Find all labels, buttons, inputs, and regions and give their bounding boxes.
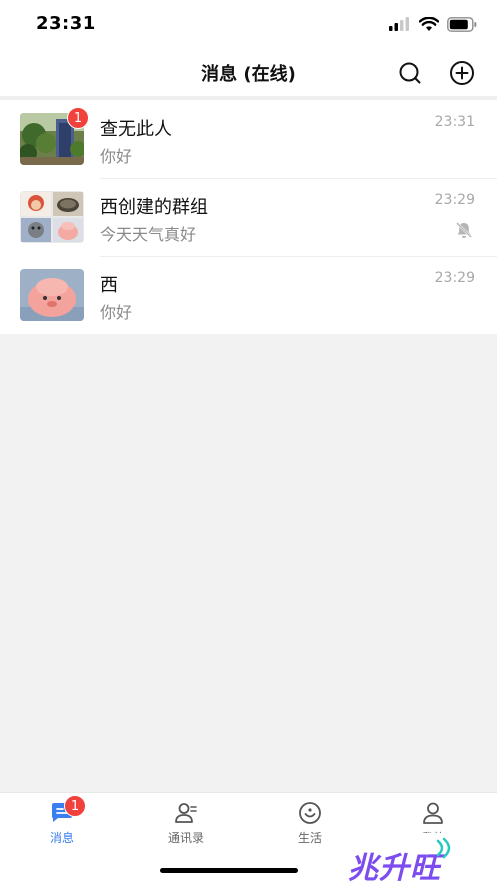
tab-unread-badge: 1: [64, 795, 86, 817]
peach-toy-avatar: [20, 269, 84, 321]
contacts-icon: [175, 803, 197, 823]
tab-label: 生活: [297, 831, 322, 845]
search-icon: [399, 62, 421, 84]
tab-contacts[interactable]: 通讯录: [146, 801, 226, 851]
cellular-signal-icon: [389, 17, 409, 31]
unread-badge: 1: [67, 107, 89, 129]
chat-time: 23:29: [434, 270, 475, 286]
bell-muted-icon: [456, 222, 472, 238]
tab-label: 消息: [49, 831, 74, 845]
tab-life[interactable]: 生活: [270, 801, 350, 851]
status-icons: [389, 14, 477, 34]
chat-preview: 今天天气真好: [100, 225, 197, 244]
battery-icon: [447, 16, 477, 32]
chat-item[interactable]: 1 查无此人 你好 23:31: [0, 100, 497, 178]
chat-preview: 你好: [100, 303, 133, 322]
watermark: 兆升旺: [346, 833, 456, 883]
watermark-wave-icon: [436, 837, 451, 859]
status-time: 23:31: [36, 13, 96, 34]
person-icon: [423, 802, 443, 824]
avatar: [20, 269, 84, 321]
chat-name: 西创建的群组: [100, 197, 208, 218]
chat-time: 23:31: [434, 114, 475, 130]
home-indicator: [160, 868, 298, 873]
avatar: [20, 191, 84, 243]
group-collage-avatar: [20, 191, 84, 243]
chat-preview: 你好: [100, 147, 133, 166]
status-bar: 23:31: [0, 0, 497, 50]
chat-item[interactable]: 西创建的群组 今天天气真好 23:29: [0, 178, 497, 256]
add-button[interactable]: [448, 59, 476, 87]
chat-name: 西: [100, 275, 118, 296]
chat-name: 查无此人: [100, 119, 172, 140]
smile-icon: [299, 802, 321, 824]
chat-item[interactable]: 西 你好 23:29: [0, 256, 497, 334]
wifi-icon: [419, 16, 439, 31]
chat-list: 1 查无此人 你好 23:31 西创建的群组 今天天气真好 23:29 西 你好…: [0, 100, 497, 334]
search-button[interactable]: [396, 59, 424, 87]
tab-label: 通讯录: [167, 831, 204, 845]
plus-circle-icon: [450, 61, 474, 85]
watermark-logo: 兆升旺: [348, 851, 441, 883]
tab-messages[interactable]: 1 消息: [22, 795, 102, 851]
nav-bar: 消息 (在线): [0, 50, 497, 96]
chat-time: 23:29: [434, 192, 475, 208]
